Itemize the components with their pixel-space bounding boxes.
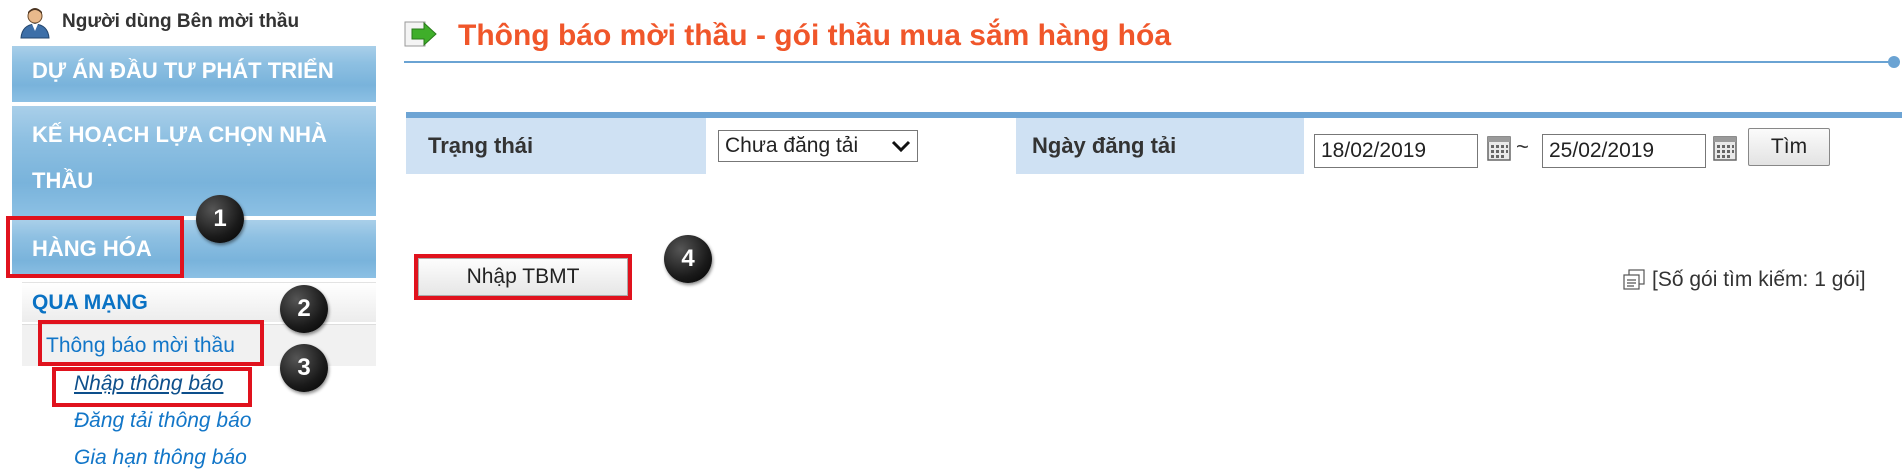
calendar-icon[interactable] xyxy=(1486,134,1512,162)
step-badge-2: 2 xyxy=(280,285,328,333)
date-from-input[interactable]: 18/02/2019 xyxy=(1314,134,1478,168)
menu-du-an-dau-tu[interactable]: DỰ ÁN ĐẦU TƯ PHÁT TRIỂN xyxy=(12,46,376,104)
title-divider-dot xyxy=(1888,56,1900,68)
user-icon xyxy=(20,8,50,39)
arrow-right-icon xyxy=(404,21,437,47)
status-label: Trạng thái xyxy=(428,133,534,158)
date-separator: ~ xyxy=(1516,134,1529,159)
status-select-value: Chưa đăng tải xyxy=(725,134,859,157)
step-badge-1: 1 xyxy=(196,195,244,243)
date-label: Ngày đăng tải xyxy=(1032,133,1177,158)
document-list-icon xyxy=(1623,269,1645,290)
link-dang-tai-thong-bao[interactable]: Đăng tải thông báo xyxy=(74,409,251,433)
page-title: Thông báo mời thầu - gói thầu mua sắm hà… xyxy=(458,19,1171,52)
step-badge-3: 3 xyxy=(280,344,328,392)
link-gia-han-thong-bao[interactable]: Gia hạn thông báo xyxy=(74,446,247,470)
user-role-row: Người dùng Bên mời thầu xyxy=(18,0,378,44)
date-to-input[interactable]: 25/02/2019 xyxy=(1542,134,1706,168)
highlight-box-4 xyxy=(414,254,632,300)
menu-ke-hoach-line2: THẦU xyxy=(32,168,94,193)
result-count: [Số gói tìm kiếm: 1 gói] xyxy=(1622,268,1866,292)
step-badge-4: 4 xyxy=(664,235,712,283)
filter-bar: Trạng thái Ngày đăng tải Chưa đăng tải 1… xyxy=(406,112,1902,174)
section-qua-mang-label: QUA MẠNG xyxy=(32,291,148,314)
highlight-box-1 xyxy=(6,216,184,278)
user-role-label: Người dùng Bên mời thầu xyxy=(62,11,300,32)
highlight-box-3 xyxy=(52,367,252,407)
calendar-icon[interactable] xyxy=(1712,134,1738,162)
status-select[interactable]: Chưa đăng tải xyxy=(718,130,918,162)
chevron-down-icon xyxy=(891,140,911,153)
menu-du-an-dau-tu-label: DỰ ÁN ĐẦU TƯ PHÁT TRIỂN xyxy=(32,58,334,83)
highlight-box-2 xyxy=(38,320,264,366)
title-divider xyxy=(404,61,1892,63)
result-count-text: [Số gói tìm kiếm: 1 gói] xyxy=(1652,268,1866,291)
menu-ke-hoach-lua-chon[interactable]: KẾ HOẠCH LỰA CHỌN NHÀ THẦU xyxy=(12,106,376,218)
menu-ke-hoach-line1: KẾ HOẠCH LỰA CHỌN NHÀ xyxy=(32,122,327,147)
search-button[interactable]: Tìm xyxy=(1748,128,1830,166)
